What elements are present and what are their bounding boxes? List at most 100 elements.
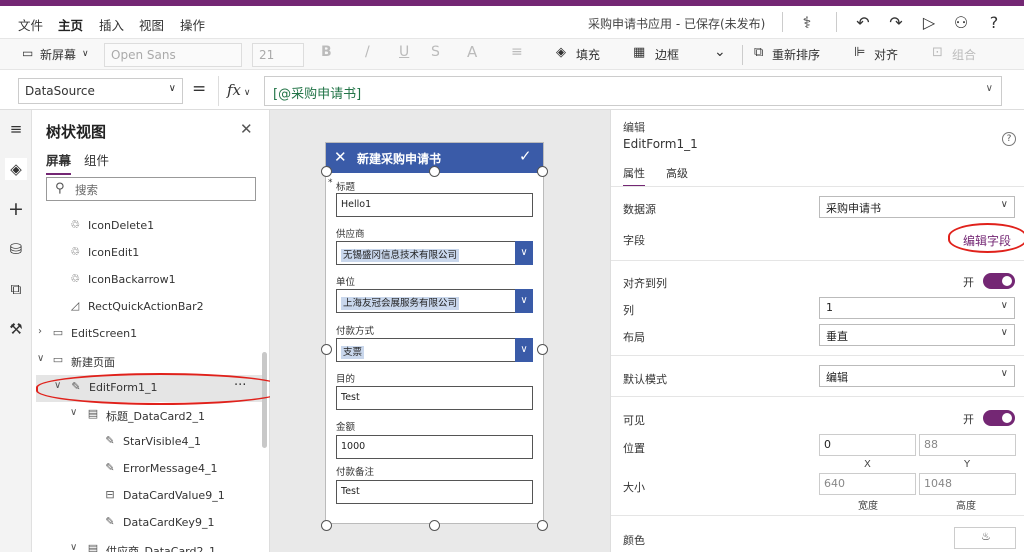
position-y-input[interactable]: 88 bbox=[919, 434, 1016, 456]
font-color-icon[interactable]: A bbox=[467, 43, 477, 61]
redo-icon[interactable]: ↷ bbox=[885, 12, 907, 34]
resize-handle[interactable] bbox=[429, 166, 440, 177]
height-input[interactable]: 1048 bbox=[919, 473, 1016, 495]
tree-node[interactable]: ✎ StarVisible4_1 bbox=[32, 429, 262, 455]
property-select[interactable]: DataSource ∨ bbox=[18, 78, 183, 104]
tree-node[interactable]: ♲ IconBackarrow1 bbox=[32, 267, 262, 293]
app-screen-preview[interactable]: ✕ 新建采购申请书 ✓ * 标题 Hello1 供应商 无锡盛冈信息技术有限公司… bbox=[326, 143, 543, 523]
fill-button[interactable]: 填充 bbox=[576, 46, 600, 63]
color-picker[interactable]: ♨ bbox=[954, 527, 1016, 549]
help-icon[interactable]: ? bbox=[983, 12, 1005, 34]
ribbon-more-chevron-icon[interactable]: ⌄ bbox=[714, 44, 726, 60]
width-input[interactable]: 640 bbox=[819, 473, 916, 495]
tools-icon[interactable]: ⚒ bbox=[5, 318, 27, 340]
field-input[interactable]: 1000 bbox=[336, 435, 533, 459]
resize-handle[interactable] bbox=[429, 520, 440, 531]
snap-to-columns-toggle[interactable] bbox=[983, 273, 1015, 289]
chevron-down-icon: ∨ bbox=[1000, 300, 1008, 311]
resize-handle[interactable] bbox=[537, 344, 548, 355]
layout-label: 布局 bbox=[623, 331, 645, 344]
field-input[interactable]: Test bbox=[336, 386, 533, 410]
tree-search-input[interactable]: ⚲ 搜索 bbox=[46, 177, 256, 201]
reorder-button[interactable]: 重新排序 bbox=[772, 46, 820, 63]
group-button[interactable]: 组合 bbox=[952, 46, 976, 63]
tree-node[interactable]: ∨ ▭ 新建页面 bbox=[32, 348, 262, 374]
input-icon: ⊟ bbox=[105, 488, 115, 501]
border-button[interactable]: 边框 bbox=[655, 46, 679, 63]
menu-action[interactable]: 操作 bbox=[180, 15, 205, 34]
expand-formula-chevron-icon[interactable]: ∨ bbox=[986, 83, 993, 94]
strikethrough-icon[interactable]: S bbox=[431, 44, 440, 60]
fx-button[interactable]: fx ∨ bbox=[218, 76, 264, 106]
resize-handle[interactable] bbox=[537, 520, 548, 531]
close-icon[interactable]: ✕ bbox=[240, 120, 253, 138]
font-size-select[interactable]: 21 bbox=[252, 43, 304, 67]
tree-node[interactable]: ∨ ▤ 供应商_DataCard2_1 bbox=[32, 537, 262, 552]
visible-toggle[interactable] bbox=[983, 410, 1015, 426]
font-select[interactable]: Open Sans bbox=[104, 43, 242, 67]
text-align-icon[interactable]: ≡ bbox=[511, 44, 523, 60]
size-label: 大小 bbox=[623, 481, 645, 494]
tree-node[interactable]: ♲ IconEdit1 bbox=[32, 240, 262, 266]
plus-icon[interactable]: + bbox=[5, 198, 27, 220]
menu-insert[interactable]: 插入 bbox=[99, 15, 124, 34]
tree-node[interactable]: ✎ DataCardKey9_1 bbox=[32, 510, 262, 536]
field-input[interactable]: Hello1 bbox=[336, 193, 533, 217]
check-icon[interactable]: ✓ bbox=[519, 147, 532, 165]
field-input[interactable]: Test bbox=[336, 480, 533, 504]
menu-home[interactable]: 主页 bbox=[58, 15, 84, 42]
chevron-down-icon[interactable]: ∨ bbox=[37, 353, 44, 364]
layout-select[interactable]: 垂直 ∨ bbox=[819, 324, 1015, 346]
position-x-input[interactable]: 0 bbox=[819, 434, 916, 456]
dropdown-value: 支票 bbox=[341, 346, 365, 359]
resize-handle[interactable] bbox=[321, 344, 332, 355]
menu-file[interactable]: 文件 bbox=[18, 15, 43, 34]
tab-properties[interactable]: 属性 bbox=[623, 165, 645, 187]
database-icon[interactable]: ⛁ bbox=[5, 238, 27, 260]
media-icon[interactable]: ⧉ bbox=[5, 278, 27, 300]
user-icon[interactable]: ⚇ bbox=[950, 12, 972, 34]
tree-scrollbar[interactable] bbox=[262, 352, 267, 448]
hamburger-icon[interactable]: ≡ bbox=[5, 118, 27, 140]
tree-node[interactable]: ⊟ DataCardValue9_1 bbox=[32, 483, 262, 509]
chevron-right-icon[interactable]: › bbox=[38, 326, 42, 337]
help-icon[interactable]: ? bbox=[1002, 132, 1016, 146]
layers-icon[interactable]: ◈ bbox=[5, 158, 27, 180]
menu-view[interactable]: 视图 bbox=[139, 15, 164, 34]
chevron-down-icon[interactable]: ∨ bbox=[70, 407, 77, 418]
icon-control-icon: ♲ bbox=[70, 245, 80, 258]
tree-node[interactable]: ∨ ▤ 标题_DataCard2_1 bbox=[32, 402, 262, 428]
play-icon[interactable]: ▷ bbox=[918, 12, 940, 34]
chevron-down-icon[interactable]: ∨ bbox=[70, 542, 77, 552]
tree-node[interactable]: ✎ ErrorMessage4_1 bbox=[32, 456, 262, 482]
tree-node-label: 供应商_DataCard2_1 bbox=[106, 545, 216, 552]
field-dropdown[interactable]: 支票 ∨ bbox=[336, 338, 533, 362]
resize-handle[interactable] bbox=[321, 166, 332, 177]
tab-components[interactable]: 组件 bbox=[84, 150, 109, 169]
resize-handle[interactable] bbox=[537, 166, 548, 177]
close-icon[interactable]: ✕ bbox=[334, 148, 347, 166]
tab-screens[interactable]: 屏幕 bbox=[46, 150, 72, 175]
tree-node[interactable]: ◿ RectQuickActionBar2 bbox=[32, 294, 262, 320]
tree-node[interactable]: › ▭ EditScreen1 bbox=[32, 321, 262, 347]
chevron-down-icon: ∨ bbox=[168, 83, 176, 94]
underline-button[interactable]: U bbox=[399, 44, 409, 60]
default-mode-select[interactable]: 编辑 ∨ bbox=[819, 365, 1015, 387]
tree-node[interactable]: ♲ IconDelete1 bbox=[32, 213, 262, 239]
y-caption: Y bbox=[964, 459, 971, 470]
italic-button[interactable]: / bbox=[365, 44, 370, 60]
new-screen-button[interactable]: 新屏幕 bbox=[40, 46, 76, 63]
columns-select[interactable]: 1 ∨ bbox=[819, 297, 1015, 319]
resize-handle[interactable] bbox=[321, 520, 332, 531]
formula-input[interactable]: [@采购申请书] ∨ bbox=[264, 76, 1002, 106]
bold-button[interactable]: B bbox=[321, 44, 332, 60]
field-dropdown[interactable]: 上海友冠会展服务有限公司 ∨ bbox=[336, 289, 533, 313]
field-label: 单位 bbox=[336, 277, 356, 288]
undo-icon[interactable]: ↶ bbox=[852, 12, 874, 34]
tab-advanced[interactable]: 高级 bbox=[666, 165, 688, 181]
stethoscope-icon[interactable]: ⚕ bbox=[796, 12, 818, 34]
datasource-select[interactable]: 采购申请书 ∨ bbox=[819, 196, 1015, 218]
align-button[interactable]: 对齐 bbox=[874, 46, 898, 63]
field-dropdown[interactable]: 无锡盛冈信息技术有限公司 ∨ bbox=[336, 241, 533, 265]
rectangle-control-icon: ◿ bbox=[70, 299, 80, 312]
